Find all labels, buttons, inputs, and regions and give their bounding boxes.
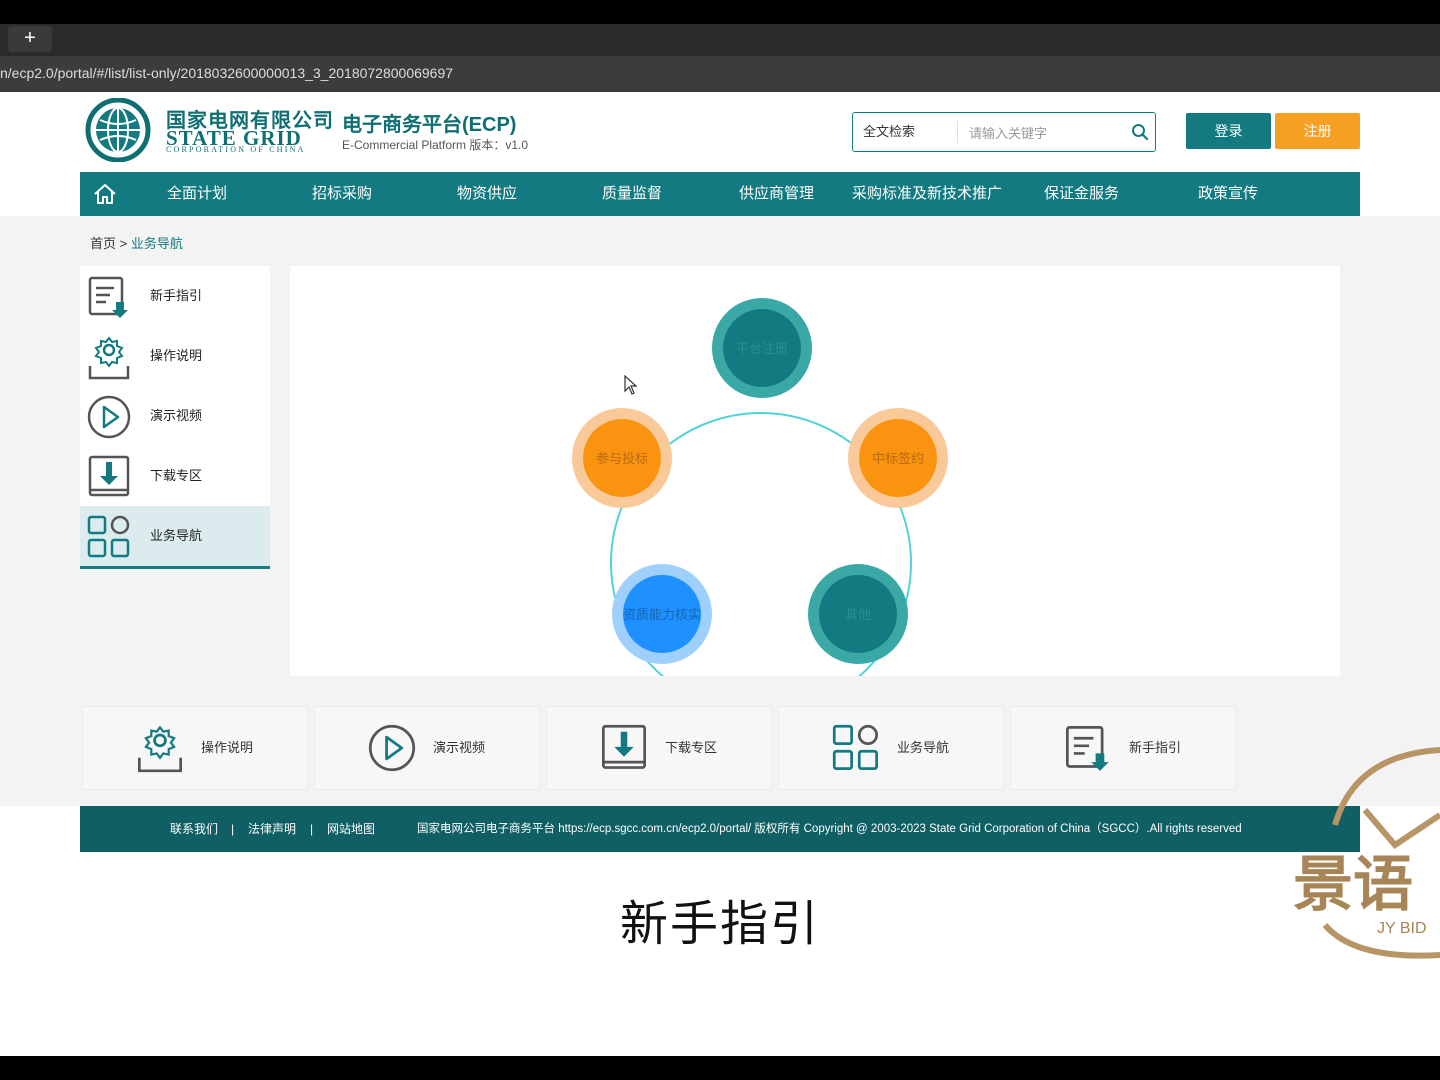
card-label: 下载专区 xyxy=(665,740,718,755)
url-text: n/ecp2.0/portal/#/list/list-only/2018032… xyxy=(0,65,454,81)
nav-item-deposit[interactable]: 保证金服务 xyxy=(1044,172,1119,216)
main-nav: 全面计划 招标采购 物资供应 质量监督 供应商管理 采购标准及新技术推广 保证金… xyxy=(80,172,1360,216)
sidebar-item-beginner-guide[interactable]: 新手指引 xyxy=(80,266,270,326)
address-bar[interactable]: n/ecp2.0/portal/#/list/list-only/2018032… xyxy=(0,56,1440,92)
sidebar-item-label: 业务导航 xyxy=(150,528,203,543)
footer-separator: | xyxy=(310,822,314,836)
state-grid-logo-icon xyxy=(85,98,151,162)
breadcrumb-current: 业务导航 xyxy=(130,236,183,251)
download-icon xyxy=(88,455,130,497)
card-label: 业务导航 xyxy=(897,740,950,755)
footer-separator: | xyxy=(231,822,235,836)
node-other[interactable]: 其他 xyxy=(808,564,908,664)
play-icon xyxy=(368,724,416,772)
sidebar-item-business-nav[interactable]: 业务导航 xyxy=(80,506,270,569)
new-tab-button[interactable]: + xyxy=(8,26,52,52)
footer-link-contact[interactable]: 联系我们 xyxy=(170,806,218,852)
home-icon[interactable] xyxy=(92,181,118,207)
node-contract-sign[interactable]: 中标签约 xyxy=(848,408,948,508)
card-download[interactable]: 下载专区 xyxy=(546,706,772,790)
sidebar: 新手指引 操作说明 演示视频 下载专区 业务导航 xyxy=(80,266,270,569)
sidebar-item-label: 操作说明 xyxy=(150,348,203,363)
footer-link-legal[interactable]: 法律声明 xyxy=(248,806,296,852)
card-beginner-guide[interactable]: 新手指引 xyxy=(1010,706,1236,790)
card-instructions[interactable]: 操作说明 xyxy=(82,706,308,790)
register-button[interactable]: 注册 xyxy=(1275,113,1360,149)
search-box: 全文检索 xyxy=(852,112,1156,152)
guide-document-icon xyxy=(88,276,128,318)
nav-item-bidding[interactable]: 招标采购 xyxy=(312,172,372,216)
jy-bid-watermark-icon: 景语 JY BID xyxy=(1293,747,1440,959)
diagram-panel: 平台注册 中标签约 其他 资质能力核实 参与投标 xyxy=(290,266,1340,676)
card-demo-video[interactable]: 演示视频 xyxy=(314,706,540,790)
platform-title: 电子商务平台(ECP) xyxy=(342,114,517,136)
nav-item-plan[interactable]: 全面计划 xyxy=(167,172,227,216)
nav-item-policy[interactable]: 政策宣传 xyxy=(1198,172,1258,216)
card-label: 操作说明 xyxy=(201,740,254,755)
search-divider xyxy=(957,121,958,143)
svg-text:参与投标: 参与投标 xyxy=(596,451,648,466)
node-join-bidding[interactable]: 参与投标 xyxy=(572,408,672,508)
svg-text:其他: 其他 xyxy=(845,607,871,622)
sidebar-item-label: 新手指引 xyxy=(150,288,203,303)
breadcrumb-separator: > xyxy=(116,236,131,251)
play-icon xyxy=(87,395,131,439)
node-qualification-verify[interactable]: 资质能力核实 xyxy=(612,564,712,664)
sidebar-item-demo-video[interactable]: 演示视频 xyxy=(80,386,270,446)
platform-version: E-Commercial Platform 版本：v1.0 xyxy=(342,138,529,152)
gear-icon xyxy=(88,336,130,380)
business-flow-diagram: 平台注册 中标签约 其他 资质能力核实 参与投标 xyxy=(572,298,948,676)
login-button[interactable]: 登录 xyxy=(1186,113,1271,149)
card-business-nav[interactable]: 业务导航 xyxy=(778,706,1004,790)
mouse-cursor-icon xyxy=(624,375,638,395)
brand-name-en-sub: CORPORATION OF CHINA xyxy=(166,145,306,154)
nav-item-quality[interactable]: 质量监督 xyxy=(602,172,662,216)
card-label: 演示视频 xyxy=(433,740,486,755)
guide-document-icon xyxy=(1065,725,1109,771)
grid-apps-icon xyxy=(832,724,879,771)
footer-link-sitemap[interactable]: 网站地图 xyxy=(327,806,375,852)
grid-apps-icon xyxy=(87,515,130,558)
nav-item-standards[interactable]: 采购标准及新技术推广 xyxy=(852,172,1002,216)
sidebar-item-label: 演示视频 xyxy=(150,408,203,423)
sidebar-item-instructions[interactable]: 操作说明 xyxy=(80,326,270,386)
breadcrumb: 首页 > 业务导航 xyxy=(90,233,183,252)
nav-item-supplier[interactable]: 供应商管理 xyxy=(739,172,814,216)
search-icon[interactable] xyxy=(1131,123,1149,141)
svg-text:中标签约: 中标签约 xyxy=(872,451,924,466)
svg-text:JY BID: JY BID xyxy=(1377,920,1427,937)
svg-text:景语: 景语 xyxy=(1293,851,1413,918)
window-top-bar xyxy=(0,0,1440,24)
svg-text:平台注册: 平台注册 xyxy=(736,341,788,356)
site-footer: 联系我们 | 法律声明 | 网站地图 国家电网公司电子商务平台 https://… xyxy=(80,806,1360,852)
sidebar-item-label: 下载专区 xyxy=(150,468,203,483)
breadcrumb-home[interactable]: 首页 xyxy=(90,236,116,251)
footer-copyright: 国家电网公司电子商务平台 https://ecp.sgcc.com.cn/ecp… xyxy=(417,823,1242,835)
sidebar-item-download[interactable]: 下载专区 xyxy=(80,446,270,506)
download-icon xyxy=(601,724,647,769)
search-scope-select[interactable]: 全文检索 xyxy=(863,113,915,151)
gear-icon xyxy=(137,725,183,773)
node-platform-register[interactable]: 平台注册 xyxy=(712,298,812,398)
card-label: 新手指引 xyxy=(1129,740,1182,755)
nav-item-supply[interactable]: 物资供应 xyxy=(457,172,517,216)
search-input[interactable] xyxy=(967,119,1121,147)
svg-text:资质能力核实: 资质能力核实 xyxy=(623,607,701,622)
tab-strip xyxy=(0,24,1440,56)
video-subtitle: 新手指引 xyxy=(619,898,820,951)
window-bottom-bar xyxy=(0,1056,1440,1080)
